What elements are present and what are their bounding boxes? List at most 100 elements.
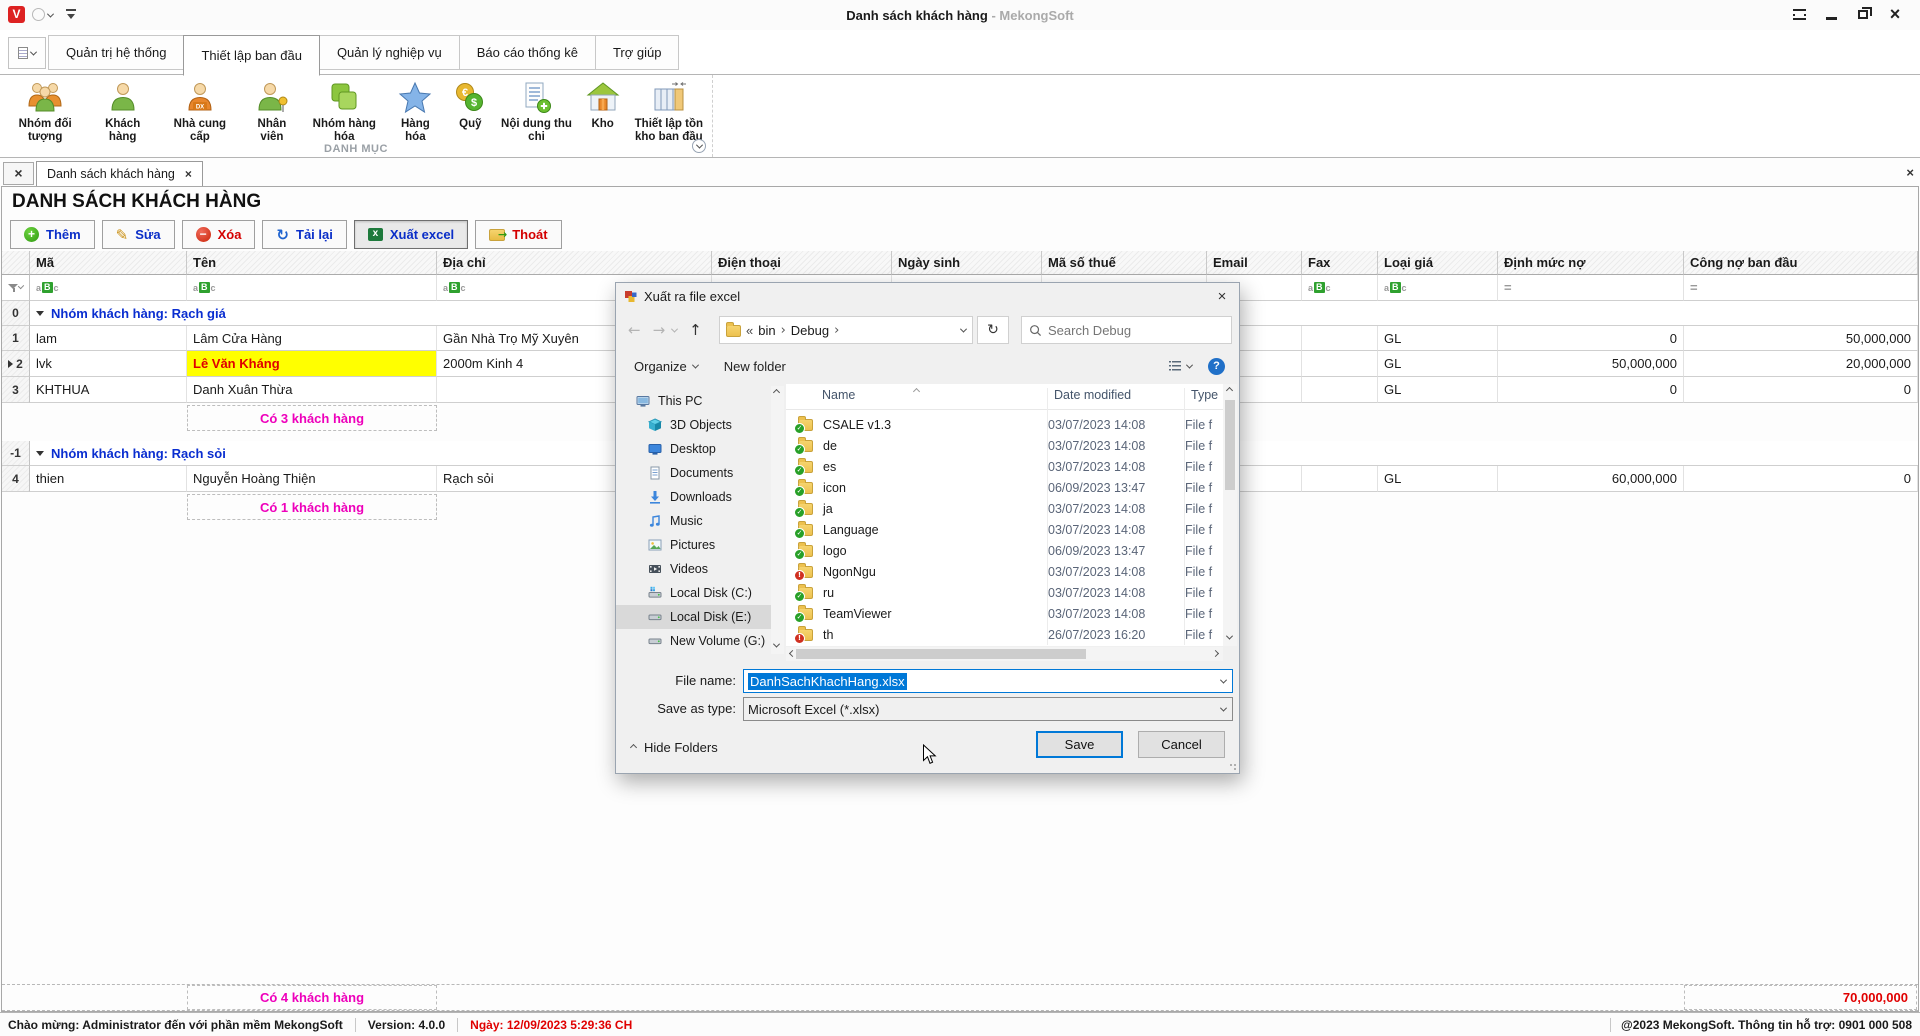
ribbon-tab-thiet-lap-ban-dau[interactable]: Thiết lập ban đầu (183, 35, 320, 76)
tree-item-this-pc[interactable]: This PC (616, 389, 771, 413)
scroll-down-icon[interactable] (1225, 632, 1234, 640)
cell-fax[interactable] (1302, 326, 1378, 351)
cell-ten-highlighted[interactable]: Lê Văn Kháng (187, 351, 437, 377)
breadcrumb-bin[interactable]: bin (758, 323, 775, 338)
exit-button[interactable]: Thoát (475, 220, 562, 249)
filter-cell-ten[interactable] (187, 275, 437, 301)
column-header-date-modified[interactable]: Date modified (1054, 388, 1131, 402)
tree-item-videos[interactable]: Videos (616, 557, 771, 581)
restore-button[interactable] (1854, 5, 1872, 23)
cell-cong-no[interactable]: 0 (1684, 466, 1918, 492)
column-header-loai-gia[interactable]: Loại giá (1378, 251, 1498, 275)
column-header-dien-thoai[interactable]: Điện thoại (712, 251, 892, 275)
filter-cell-ma[interactable] (30, 275, 187, 301)
collapse-triangle-icon[interactable] (36, 310, 44, 316)
tree-item-documents[interactable]: Documents (616, 461, 771, 485)
edit-button[interactable]: ✎ Sửa (101, 220, 175, 249)
tree-item-local-disk-c[interactable]: Local Disk (C:) (616, 581, 771, 605)
ribbon-item-nhom-hang-hoa[interactable]: Nhóm hàng hóa (303, 78, 385, 144)
export-excel-button[interactable]: Xuất excel (353, 220, 469, 249)
scrollbar-thumb[interactable] (796, 649, 1086, 659)
tabstrip-close-button[interactable]: × (1906, 165, 1914, 180)
dialog-close-button[interactable]: × (1205, 283, 1239, 310)
cancel-button[interactable]: Cancel (1138, 731, 1225, 758)
scroll-down-icon[interactable] (772, 640, 781, 648)
cell-fax[interactable] (1302, 351, 1378, 377)
cell-dinh-muc-no[interactable]: 60,000,000 (1498, 466, 1684, 492)
tree-item-3d-objects[interactable]: 3D Objects (616, 413, 771, 437)
app-menu-button[interactable] (8, 37, 46, 69)
cell-loai-gia[interactable]: GL (1378, 377, 1498, 403)
tree-item-local-disk-e[interactable]: Local Disk (E:) (616, 605, 771, 629)
file-row[interactable]: icon06/09/2023 13:47File f (786, 477, 1223, 498)
filter-cell-dinh-muc-no[interactable] (1498, 275, 1684, 301)
file-row[interactable]: NgonNgu03/07/2023 14:08File f (786, 561, 1223, 582)
column-header-email[interactable]: Email (1207, 251, 1302, 275)
reload-button[interactable]: ↻ Tải lại (262, 220, 347, 249)
file-row[interactable]: logo06/09/2023 13:47File f (786, 540, 1223, 561)
filter-cell-cong-no[interactable] (1684, 275, 1918, 301)
save-as-type-combo[interactable]: Microsoft Excel (*.xlsx) (743, 697, 1233, 721)
cell-cong-no[interactable]: 0 (1684, 377, 1918, 403)
tree-item-music[interactable]: Music (616, 509, 771, 533)
cell-dinh-muc-no[interactable]: 50,000,000 (1498, 351, 1684, 377)
cell-cong-no[interactable]: 50,000,000 (1684, 326, 1918, 351)
tree-item-downloads[interactable]: Downloads (616, 485, 771, 509)
column-header-ma[interactable]: Mã (30, 251, 187, 275)
column-header-ten[interactable]: Tên (187, 251, 437, 275)
cell-loai-gia[interactable]: GL (1378, 351, 1498, 377)
scroll-up-icon[interactable] (1225, 386, 1234, 395)
collapse-triangle-icon[interactable] (36, 450, 44, 456)
file-row[interactable]: CSALE v1.303/07/2023 14:08File f (786, 414, 1223, 435)
cell-fax[interactable] (1302, 377, 1378, 403)
forward-arrow-icon[interactable]: → (653, 321, 666, 339)
cell-dinh-muc-no[interactable]: 0 (1498, 377, 1684, 403)
scroll-right-icon[interactable] (1211, 649, 1220, 658)
close-tab-icon[interactable]: × (185, 167, 192, 181)
address-dropdown-icon[interactable] (959, 325, 968, 333)
file-name-value[interactable]: DanhSachKhachHang.xlsx (748, 672, 907, 690)
view-mode-button[interactable] (1168, 359, 1194, 373)
fullscreen-button[interactable] (1790, 5, 1808, 23)
cell-ma[interactable]: thien (30, 466, 187, 492)
cell-loai-gia[interactable]: GL (1378, 466, 1498, 492)
tree-item-desktop[interactable]: Desktop (616, 437, 771, 461)
resize-grip[interactable] (1229, 763, 1237, 771)
ribbon-item-thiet-lap-ton-kho[interactable]: Thiết lập tồn kho ban đầu (628, 78, 710, 144)
ribbon-item-khach-hang[interactable]: Khách hàng (86, 78, 159, 144)
column-header-ma-so-thue[interactable]: Mã số thuế (1042, 251, 1207, 275)
cell-loai-gia[interactable]: GL (1378, 326, 1498, 351)
scrollbar-thumb[interactable] (1225, 400, 1235, 490)
ribbon-item-nha-cung-cap[interactable]: DX Nhà cung cấp (159, 78, 241, 144)
chevron-down-icon[interactable] (1219, 676, 1228, 684)
ribbon-item-nhan-vien[interactable]: Nhân viên (241, 78, 303, 144)
file-list-vertical-scrollbar[interactable] (1223, 384, 1237, 646)
cell-ma[interactable]: lvk (30, 351, 187, 377)
organize-menu[interactable]: Organize (634, 359, 699, 374)
file-name-combo[interactable]: DanhSachKhachHang.xlsx (743, 669, 1233, 693)
tree-item-pictures[interactable]: Pictures (616, 533, 771, 557)
cell-ten[interactable]: Nguyễn Hoàng Thiện (187, 466, 437, 492)
column-header-dia-chi[interactable]: Địa chỉ (437, 251, 712, 275)
ribbon-item-kho[interactable]: Kho (578, 78, 628, 132)
up-arrow-icon[interactable]: ↑ (689, 321, 702, 339)
filter-cell-fax[interactable] (1302, 275, 1378, 301)
search-input[interactable] (1048, 322, 1198, 338)
back-arrow-icon[interactable]: ← (628, 321, 641, 339)
cell-ten[interactable]: Lâm Cửa Hàng (187, 326, 437, 351)
close-all-tabs-button[interactable]: × (3, 162, 34, 185)
help-icon[interactable]: ? (1208, 357, 1225, 375)
file-row[interactable]: de03/07/2023 14:08File f (786, 435, 1223, 456)
tab-danh-sach-khach-hang[interactable]: Danh sách khách hàng × (36, 161, 203, 186)
breadcrumb-debug[interactable]: Debug (791, 323, 829, 338)
ribbon-item-hang-hoa[interactable]: Hàng hóa (385, 78, 445, 144)
history-dropdown-icon[interactable] (671, 325, 679, 333)
cell-cong-no[interactable]: 20,000,000 (1684, 351, 1918, 377)
cell-dinh-muc-no[interactable]: 0 (1498, 326, 1684, 351)
file-row[interactable]: Language03/07/2023 14:08File f (786, 519, 1223, 540)
file-row[interactable]: ja03/07/2023 14:08File f (786, 498, 1223, 519)
cell-ma[interactable]: lam (30, 326, 187, 351)
ribbon-tab-quan-ly-nghiep-vu[interactable]: Quản lý nghiệp vụ (318, 35, 460, 70)
file-row[interactable]: TeamViewer03/07/2023 14:08File f (786, 603, 1223, 624)
scroll-up-icon[interactable] (772, 388, 781, 397)
